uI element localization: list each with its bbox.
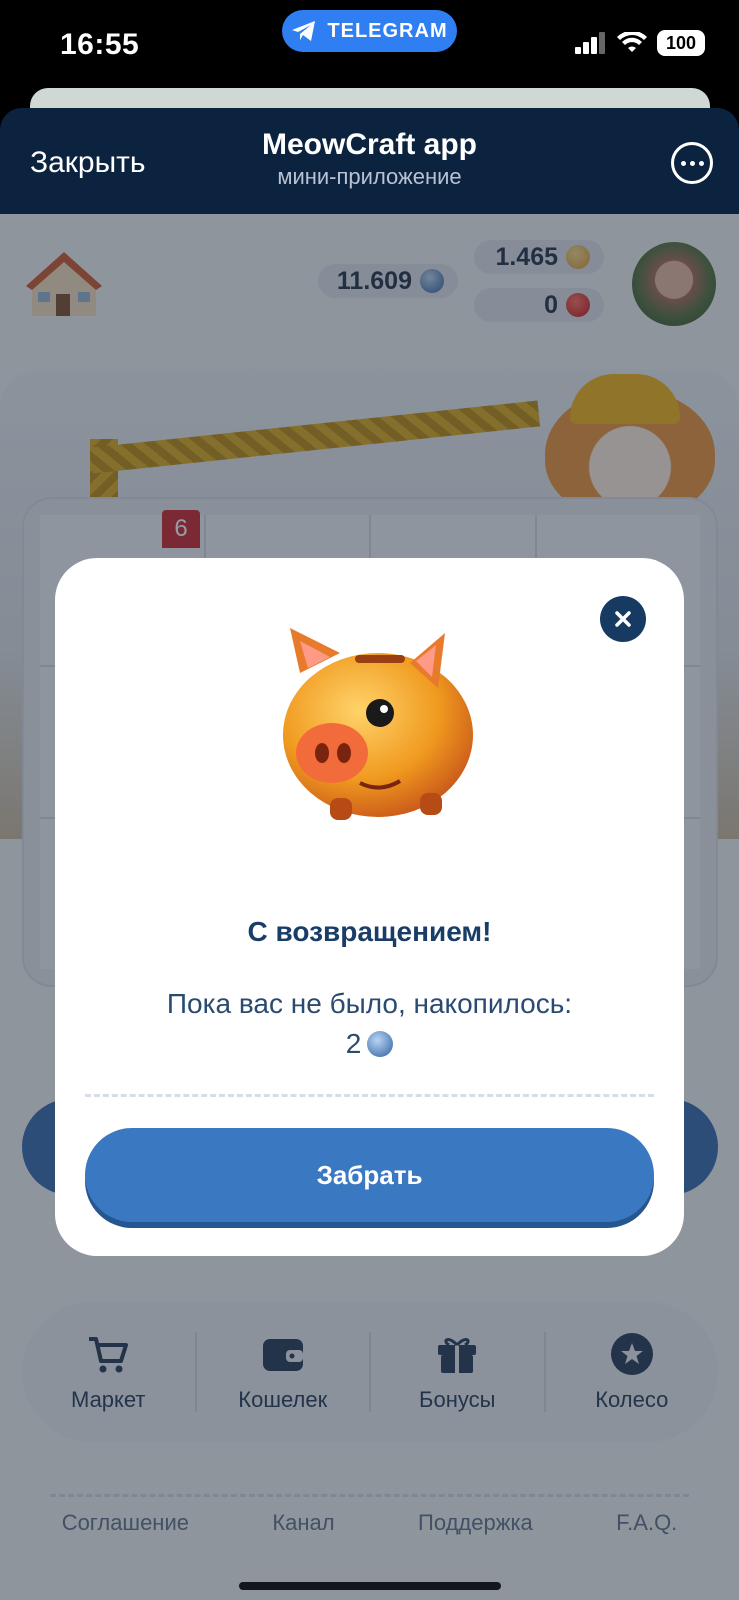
telegram-icon <box>292 21 316 41</box>
wifi-icon <box>617 32 647 52</box>
modal-message: Пока вас не было, накопилось: <box>166 988 573 1019</box>
status-icons: 100 <box>575 30 705 56</box>
telegram-label: TELEGRAM <box>327 19 448 42</box>
signal-icon <box>575 32 605 54</box>
accumulated-amount: 2 <box>55 1028 684 1060</box>
app-subtitle: мини-приложение <box>277 164 462 189</box>
modal-divider <box>85 1094 654 1097</box>
status-bar: 16:55 TELEGRAM 100 <box>0 0 739 100</box>
claim-button[interactable]: Забрать <box>85 1128 654 1222</box>
accumulated-amount-value: 2 <box>345 1028 362 1059</box>
close-icon <box>615 611 631 627</box>
battery-icon: 100 <box>657 30 705 56</box>
miniapp-header: Закрыть MeowCraft app мини-приложение <box>0 108 739 214</box>
paw-coin-icon <box>367 1031 394 1057</box>
more-options-button[interactable] <box>671 142 713 184</box>
modal-title: С возвращением! <box>247 916 492 947</box>
telegram-pill[interactable]: TELEGRAM <box>282 10 457 52</box>
piggy-bank-icon <box>283 628 473 820</box>
app-title: MeowCraft app <box>261 128 477 161</box>
status-time: 16:55 <box>60 28 140 61</box>
welcome-back-modal: С возвращением! Пока вас не было, накопи… <box>55 558 684 1256</box>
title-block: MeowCraft app мини-приложение <box>0 128 739 190</box>
modal-close-button[interactable] <box>600 596 646 642</box>
